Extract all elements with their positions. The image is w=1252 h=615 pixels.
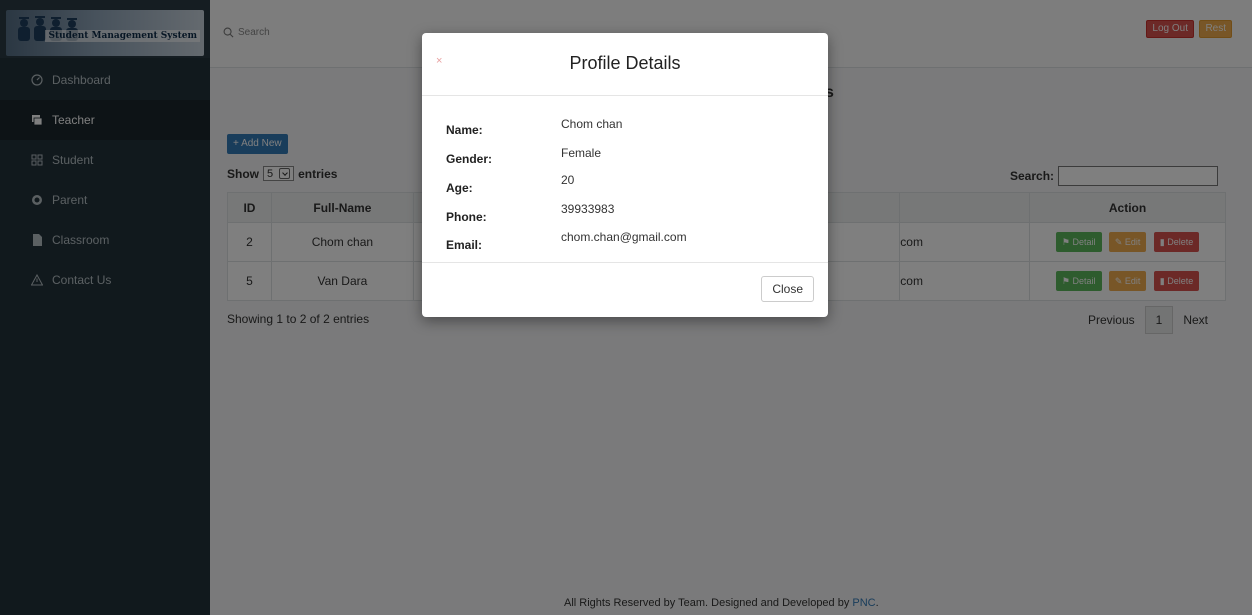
profile-field-gender: Gender: Female — [446, 146, 601, 166]
profile-field-phone: Phone: 39933983 — [446, 202, 614, 224]
field-value: Female — [561, 146, 602, 160]
close-button[interactable]: Close — [761, 276, 814, 302]
field-value: Chom chan — [561, 117, 623, 131]
field-label: Email: — [446, 238, 483, 252]
profile-details-modal: × Profile Details Name: Chom chan Gender… — [422, 33, 828, 317]
field-label: Gender: — [446, 152, 493, 166]
modal-header: × Profile Details — [422, 33, 828, 96]
profile-field-email: Email: chom.chan@gmail.com — [446, 230, 687, 252]
modal-footer: Close — [422, 263, 828, 316]
field-value: 39933983 — [561, 202, 615, 216]
field-label: Phone: — [446, 210, 487, 224]
field-value: chom.chan@gmail.com — [561, 230, 687, 244]
profile-field-age: Age: 20 — [446, 173, 574, 195]
profile-field-name: Name: Chom chan — [446, 117, 622, 137]
modal-title: Profile Details — [569, 53, 681, 73]
field-label: Name: — [446, 123, 483, 137]
field-value: 20 — [561, 173, 575, 187]
modal-body: Name: Chom chan Gender: Female Age: 20 P… — [422, 96, 828, 263]
field-label: Age: — [446, 181, 473, 195]
